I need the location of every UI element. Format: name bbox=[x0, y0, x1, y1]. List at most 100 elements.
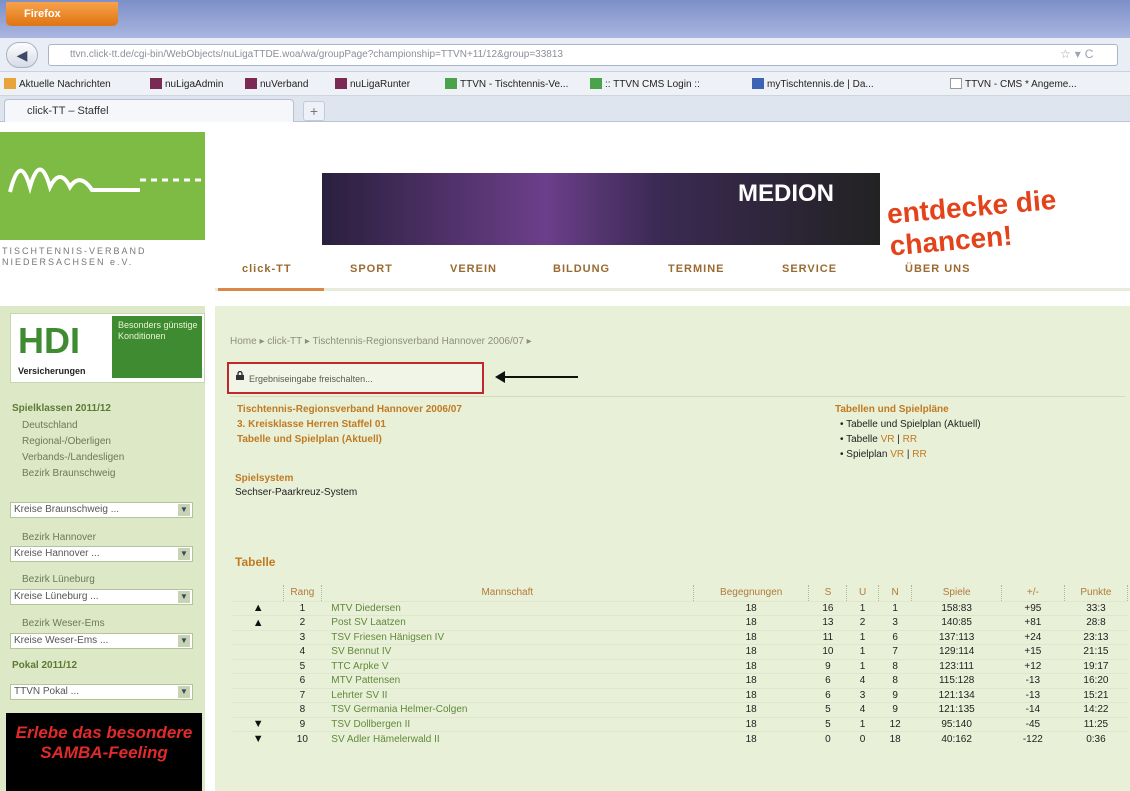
table-cell: 95:140 bbox=[941, 718, 972, 730]
unlock-results-link[interactable]: Ergebniseingabe freischalten... bbox=[249, 374, 373, 384]
table-row: 7 Lehrter SV II 18 6 3 9 121:134 -13 15:21 bbox=[233, 688, 1128, 703]
team-link[interactable]: MTV Diedersen bbox=[321, 601, 693, 616]
table-cell: -14 bbox=[1025, 704, 1041, 716]
table-row: 6 MTV Pattensen 18 6 4 8 115:128 -13 16:20 bbox=[233, 673, 1128, 689]
right-link[interactable]: • Tabelle VR | RR bbox=[840, 434, 917, 445]
team-link[interactable]: MTV Pattensen bbox=[321, 674, 693, 689]
table-row: ▲ 1 MTV Diedersen 18 16 1 1 158:83 +95 33:3 bbox=[233, 601, 1128, 616]
menu-sport[interactable]: SPORT bbox=[350, 263, 393, 275]
table-cell: 9 bbox=[892, 689, 898, 701]
select-kreise-hannover[interactable]: Kreise Hannover ... ▼ bbox=[10, 546, 193, 562]
table-cell: 40:162 bbox=[941, 733, 972, 745]
team-link[interactable]: Post SV Laatzen bbox=[321, 616, 693, 631]
firefox-menu-button[interactable]: Firefox bbox=[6, 2, 118, 26]
chevron-down-icon[interactable]: ▼ bbox=[178, 548, 190, 560]
menu-service[interactable]: SERVICE bbox=[782, 263, 837, 275]
table-cell: 18 bbox=[745, 675, 757, 687]
browser-titlebar bbox=[0, 0, 1130, 38]
team-link[interactable]: TSV Friesen Hänigsen IV bbox=[321, 630, 693, 645]
samba-ad[interactable]: Erlebe das besondere SAMBA-Feeling bbox=[6, 713, 202, 791]
table-cell: 137:113 bbox=[938, 631, 975, 643]
table-row: ▼ 10 SV Adler Hämelerwald II 18 0 0 18 40:162 -1… bbox=[233, 731, 1128, 747]
menu-click-tt[interactable]: click-TT bbox=[242, 263, 292, 275]
col-header: Begegnungen bbox=[693, 585, 810, 601]
table-cell: 2 bbox=[859, 617, 866, 629]
select-kreise-lueneburg[interactable]: Kreise Lüneburg ... ▼ bbox=[10, 589, 193, 605]
sidebar-bezirk-hannover[interactable]: Bezirk Hannover bbox=[22, 532, 96, 543]
bookmark-item[interactable]: Aktuelle Nachrichten bbox=[4, 78, 111, 90]
menu-verein[interactable]: VEREIN bbox=[450, 263, 497, 275]
table-row: ▲ 2 Post SV Laatzen 18 13 2 3 140:85 +81 28:8 bbox=[233, 615, 1128, 631]
sidebar-link[interactable]: Bezirk Braunschweig bbox=[22, 468, 115, 479]
select-kreise-weser-ems[interactable]: Kreise Weser-Ems ... ▼ bbox=[10, 633, 193, 649]
trend-icon bbox=[233, 630, 283, 645]
team-link[interactable]: TSV Germania Helmer-Colgen bbox=[321, 703, 693, 718]
bookmark-item[interactable]: myTischtennis.de | Da... bbox=[752, 78, 874, 90]
new-tab-button[interactable]: + bbox=[303, 101, 325, 121]
menu-active-indicator bbox=[218, 288, 324, 291]
menu-termine[interactable]: TERMINE bbox=[668, 263, 725, 275]
right-link[interactable]: • Spielplan VR | RR bbox=[840, 449, 927, 460]
org-line[interactable]: Tabelle und Spielplan (Aktuell) bbox=[237, 434, 382, 445]
table-cell: 18 bbox=[745, 631, 757, 643]
sidebar-link[interactable]: Regional-/Oberligen bbox=[22, 436, 111, 447]
page-icon bbox=[950, 78, 962, 89]
site-logo[interactable] bbox=[0, 132, 205, 240]
sidebar-bezirk-lueneburg[interactable]: Bezirk Lüneburg bbox=[22, 574, 95, 585]
table-cell: +81 bbox=[1024, 617, 1042, 629]
team-link[interactable]: Lehrter SV II bbox=[321, 688, 693, 703]
col-header bbox=[233, 585, 284, 601]
table-row: 5 TTC Arpke V 18 9 1 8 123:111 +12 19:17 bbox=[233, 659, 1128, 674]
menu-bildung[interactable]: BILDUNG bbox=[553, 263, 610, 275]
col-header: U bbox=[846, 585, 879, 601]
org-line[interactable]: Tischtennis-Regionsverband Hannover 2006… bbox=[237, 404, 462, 415]
tab-active[interactable]: click-TT – Staffel bbox=[4, 99, 294, 122]
table-cell: 7 bbox=[299, 689, 306, 701]
breadcrumb[interactable]: Home ▸ click-TT ▸ Tischtennis-Regionsver… bbox=[230, 336, 532, 347]
table-cell: +24 bbox=[1024, 631, 1042, 643]
team-link[interactable]: SV Bennut IV bbox=[321, 645, 693, 660]
standings-table: Rang Mannschaft Begegnungen S U N Spiele… bbox=[233, 585, 1129, 747]
col-header: N bbox=[878, 585, 913, 601]
org-line[interactable]: 3. Kreisklasse Herren Staffel 01 bbox=[237, 419, 386, 430]
bookmark-item[interactable]: nuVerband bbox=[245, 78, 308, 90]
table-heading: Tabelle bbox=[235, 555, 276, 569]
table-cell: 14:22 bbox=[1083, 704, 1109, 716]
bookmark-item[interactable]: TTVN - Tischtennis-Ve... bbox=[445, 78, 568, 90]
team-link[interactable]: TTC Arpke V bbox=[321, 659, 693, 674]
sidebar-link[interactable]: Verbands-/Landesligen bbox=[22, 452, 124, 463]
trend-icon: ▲ bbox=[252, 602, 264, 615]
bookmark-item[interactable]: :: TTVN CMS Login :: bbox=[590, 78, 700, 90]
menu-ueber-uns[interactable]: ÜBER UNS bbox=[905, 263, 970, 275]
chevron-down-icon[interactable]: ▼ bbox=[178, 686, 190, 698]
site-icon bbox=[150, 78, 162, 89]
select-pokal[interactable]: TTVN Pokal ... ▼ bbox=[10, 684, 193, 700]
table-cell: 18 bbox=[745, 718, 757, 730]
right-link[interactable]: • Tabelle und Spielplan (Aktuell) bbox=[840, 419, 981, 430]
chevron-down-icon[interactable]: ▼ bbox=[178, 591, 190, 603]
bookmark-star-icon[interactable]: ☆▾C bbox=[1060, 47, 1097, 61]
chevron-down-icon[interactable]: ▼ bbox=[178, 504, 190, 516]
table-cell: 18 bbox=[745, 646, 757, 658]
table-cell: 158:83 bbox=[941, 602, 972, 614]
back-button[interactable]: ◀ bbox=[6, 42, 38, 68]
hdi-ad-text: Besonders günstige Konditionen bbox=[112, 316, 202, 378]
bookmark-item[interactable]: TTVN - CMS * Angeme... bbox=[950, 78, 1077, 90]
sidebar-link[interactable]: Deutschland bbox=[22, 420, 78, 431]
hdi-logo: HDI bbox=[18, 320, 80, 361]
select-kreise-braunschweig[interactable]: Kreise Braunschweig ... ▼ bbox=[10, 502, 193, 518]
sidebar-bezirk-weser-ems[interactable]: Bezirk Weser-Ems bbox=[22, 618, 105, 629]
team-link[interactable]: SV Adler Hämelerwald II bbox=[321, 732, 693, 747]
table-cell: 0:36 bbox=[1086, 733, 1106, 745]
team-link[interactable]: TSV Dollbergen II bbox=[321, 717, 693, 732]
col-header: Punkte bbox=[1064, 585, 1129, 601]
table-cell: 6 bbox=[892, 631, 898, 643]
chevron-down-icon[interactable]: ▼ bbox=[178, 635, 190, 647]
table-cell: 12 bbox=[889, 718, 901, 730]
table-cell: 8 bbox=[892, 660, 898, 672]
logo-graphic-icon bbox=[8, 167, 205, 195]
bookmark-item[interactable]: nuLigaRunter bbox=[335, 78, 410, 90]
url-text[interactable]: ttvn.click-tt.de/cgi-bin/WebObjects/nuLi… bbox=[70, 49, 970, 60]
bookmark-item[interactable]: nuLigaAdmin bbox=[150, 78, 223, 90]
table-cell: 9 bbox=[825, 660, 831, 672]
